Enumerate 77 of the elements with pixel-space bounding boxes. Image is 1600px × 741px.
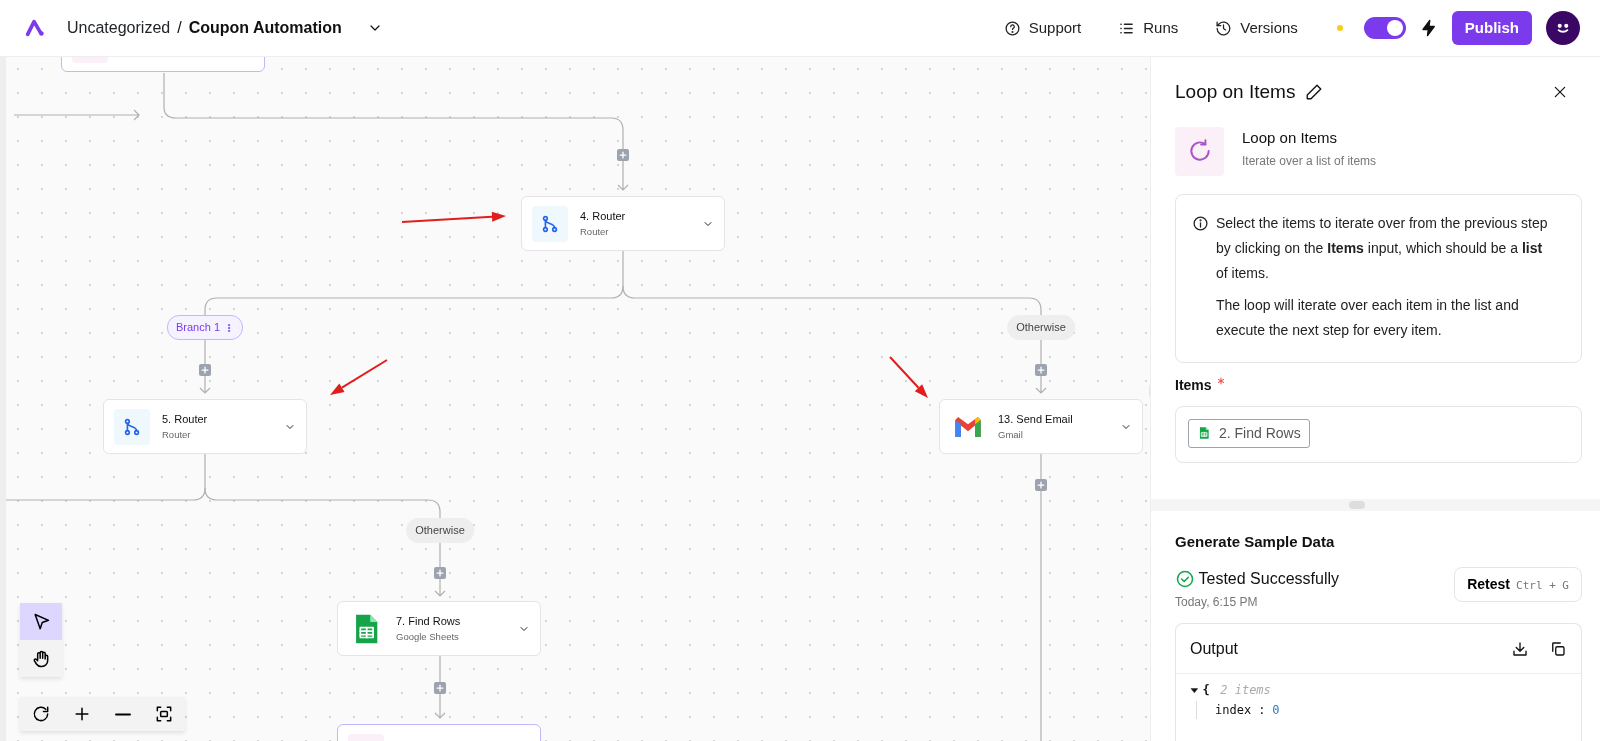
step-app-name: Gmail [998,427,1024,442]
versions-button[interactable]: Versions [1207,12,1306,44]
resize-handle[interactable] [1349,500,1365,509]
info-text: Select the items to iterate over from the previous step by clicking on the Items input, which should be a list of items. [1216,213,1549,283]
plus-icon [618,150,628,160]
test-status: Tested Successfully [1198,569,1339,589]
section-heading: Generate Sample Data [1175,531,1336,552]
folder-link[interactable]: Uncategorized [67,16,171,40]
help-icon [1003,19,1021,37]
add-step-button[interactable] [1035,479,1047,491]
step-title: 4. Router [580,209,627,225]
test-time: Today, 6:15 PM [1175,594,1259,611]
flow-toggle[interactable] [1363,17,1406,39]
panel-title: Loop on Items [1175,80,1296,104]
add-step-button[interactable] [617,149,629,161]
logo-icon [24,17,46,39]
json-separator: : [1258,702,1266,719]
caret-down-icon[interactable] [1190,685,1199,695]
step-title: 7. Find Rows [396,614,462,630]
retest-button[interactable]: Retest Ctrl + G [1454,567,1582,602]
breadcrumb-separator: / [177,18,182,38]
publish-button[interactable]: Publish [1451,10,1532,46]
keyboard-shortcut: Ctrl + G [1516,579,1569,592]
branch-label[interactable]: Otherwise [1007,315,1075,340]
download-icon[interactable] [1511,639,1529,658]
status-dot [1336,25,1343,31]
history-icon [1215,19,1233,37]
step-node[interactable]: 7. Find Rows Google Sheets [337,601,541,656]
step-app-name: Router [162,427,192,442]
step-node[interactable]: 5. Router Router [103,399,307,454]
step-node[interactable]: 4. Router Router [521,196,725,251]
step-name: Loop on Items [1242,127,1339,148]
check-circle-icon [1175,569,1195,589]
support-button[interactable]: Support [995,12,1090,44]
spreadsheet-icon [1197,425,1211,441]
add-step-button[interactable] [434,682,446,694]
plus-icon [1036,480,1046,490]
branch-label[interactable]: Otherwise [406,518,474,543]
output-title: Output [1190,638,1239,659]
add-step-button[interactable] [434,567,446,579]
json-brace: { [1202,682,1210,699]
hand-icon [31,648,51,669]
step-app-name: Google Sheets [396,629,460,644]
json-value: 0 [1272,702,1280,719]
pencil-icon[interactable] [1305,83,1324,102]
add-step-button[interactable] [1035,364,1047,376]
plus-icon [1036,365,1046,375]
step-node[interactable]: 13. Send Email Gmail [939,399,1143,454]
field-label: Items [1175,375,1212,395]
step-reference-chip[interactable]: 2. Find Rows [1188,418,1310,448]
branch-label[interactable]: Branch 1 [167,315,243,340]
info-text: The loop will iterate over each item in the list and execute the next step for every item. [1216,295,1520,340]
cursor-icon [31,611,51,632]
flow-name: Coupon Automation [188,18,342,38]
connector-line [199,337,211,394]
annotation-arrow [889,356,928,398]
json-key: index [1215,701,1252,719]
json-item-count: 2 items [1220,682,1271,699]
connector-line [434,540,446,597]
info-icon [1192,214,1209,232]
select-tool-button[interactable] [20,603,62,640]
step-title: 5. Router [162,412,209,428]
minus-icon [115,712,132,716]
add-step-button[interactable] [199,364,211,376]
annotation-arrow [330,359,388,395]
copy-icon[interactable] [1549,639,1567,658]
runs-button[interactable]: Runs [1110,12,1187,44]
plus-icon [435,683,445,693]
connector-line [1035,337,1047,394]
plus-icon [435,568,445,578]
step-title: 13. Send Email [998,412,1074,428]
step-description: Iterate over a list of items [1242,153,1377,170]
connector-line [434,655,446,719]
items-field[interactable]: 2. Find Rows [1175,405,1582,463]
plus-icon [200,365,210,375]
step-app-name: Router [580,224,610,239]
lightning-icon[interactable] [1419,19,1438,37]
